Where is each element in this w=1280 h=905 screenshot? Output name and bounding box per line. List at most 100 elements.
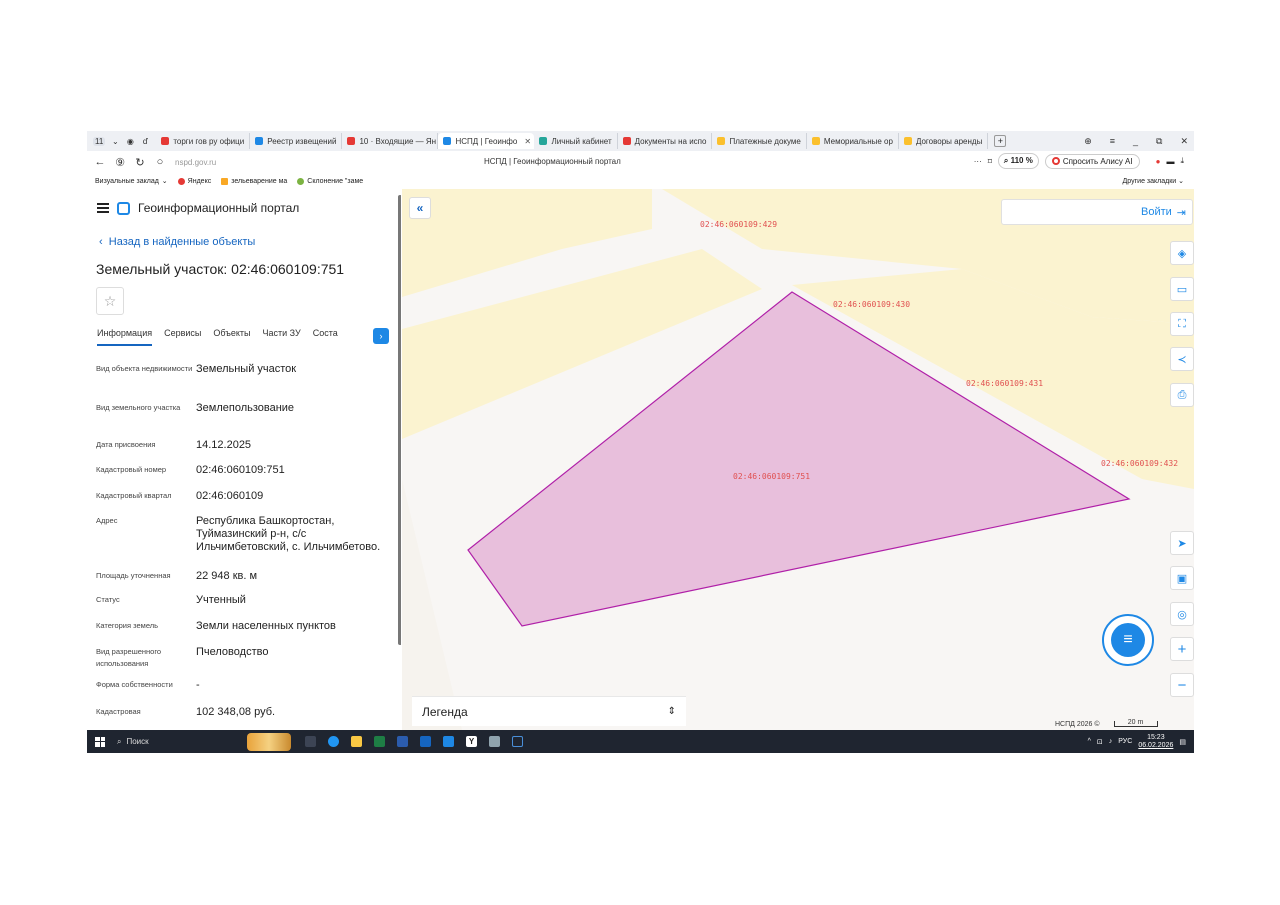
browser-tab[interactable]: Платежные докуме bbox=[712, 133, 807, 149]
app-icon[interactable] bbox=[443, 736, 454, 747]
legend-toggle[interactable]: Легенда ⇕ bbox=[412, 696, 686, 726]
layers-icon: ◈ bbox=[1177, 247, 1187, 260]
tab-label: НСПД | Геоинфо bbox=[455, 136, 518, 146]
windows-taskbar: ⌕ Поиск Y ^ ⊡ ♪ РУС 15:23 06.02.2026 ▤ bbox=[87, 730, 1194, 753]
zoom-level: 110 % bbox=[1010, 156, 1033, 165]
share-button[interactable]: ≺ bbox=[1170, 347, 1194, 371]
map-view[interactable]: 02:46:060109:429 02:46:060109:430 02:46:… bbox=[402, 189, 1194, 730]
app-icon[interactable] bbox=[512, 736, 523, 747]
tab-label: Личный кабинет bbox=[551, 136, 612, 146]
tab-parts[interactable]: Части ЗУ bbox=[263, 328, 301, 346]
browser-tab[interactable]: Документы на испо bbox=[618, 133, 713, 149]
tab-count-badge[interactable]: 11 bbox=[93, 136, 106, 146]
tab-objects[interactable]: Объекты bbox=[213, 328, 250, 346]
property-row: Дата присвоения 14.12.2025 bbox=[96, 439, 386, 452]
volume-icon[interactable]: ♪ bbox=[1109, 738, 1113, 745]
notifications-icon[interactable]: ▤ bbox=[1179, 738, 1186, 746]
outlook-icon[interactable] bbox=[420, 736, 431, 747]
browser-tab[interactable]: Мемориальные ор bbox=[807, 133, 899, 149]
browser-tab[interactable]: Договоры аренды bbox=[899, 133, 989, 149]
basemap-button[interactable]: ▣ bbox=[1170, 566, 1194, 590]
property-value: - bbox=[196, 679, 200, 691]
alice-label: Спросить Алису AI bbox=[1062, 156, 1133, 166]
bookmark-item[interactable]: зельеварение ма bbox=[221, 177, 287, 185]
browser-tab[interactable]: Реестр извещений bbox=[250, 133, 343, 149]
tab-information[interactable]: Информация bbox=[97, 328, 153, 346]
clock[interactable]: 15:23 06.02.2026 bbox=[1138, 734, 1173, 750]
bookmark-item[interactable]: Визуальные заклад ⌄ bbox=[95, 177, 168, 186]
property-value: Республика Башкортостан, Туймазинский р-… bbox=[196, 515, 381, 553]
reload-icon[interactable]: ↻ bbox=[133, 156, 147, 169]
geolocation-button[interactable]: ◎ bbox=[1170, 602, 1194, 626]
tab-menu-icon[interactable]: ⊕ bbox=[1084, 136, 1092, 147]
menu-icon[interactable]: ≡ bbox=[1110, 136, 1115, 146]
minimize-button[interactable]: _ bbox=[1133, 136, 1138, 146]
security-shield-icon[interactable]: ○ bbox=[153, 156, 167, 168]
tab-label: Документы на испо bbox=[634, 136, 707, 146]
property-value: Землепользование bbox=[196, 402, 295, 414]
print-button[interactable]: ⎙ bbox=[1170, 383, 1194, 407]
panel-tabs: Информация Сервисы Объекты Части ЗУ Сост… bbox=[97, 328, 350, 346]
url-field[interactable]: nspd.gov.ru bbox=[175, 158, 435, 167]
hamburger-menu-icon[interactable] bbox=[97, 203, 109, 213]
tab-label: Платежные докуме bbox=[729, 136, 801, 146]
basemap-icon: ▣ bbox=[1176, 572, 1188, 585]
collapse-panel-button[interactable]: « bbox=[409, 197, 431, 219]
map-copyright: НСПД 2026 © bbox=[1055, 721, 1100, 728]
task-view-icon[interactable] bbox=[305, 736, 316, 747]
browser-tab[interactable]: НСПД | Геоинфо ✕ bbox=[438, 133, 535, 149]
bookmark-icon[interactable]: ⌑ bbox=[988, 157, 992, 166]
browser-tab[interactable]: 10 · Входящие — Ян bbox=[342, 133, 439, 149]
measure-button[interactable]: ▭ bbox=[1170, 277, 1194, 301]
wallet-icon[interactable]: ▬ bbox=[1166, 157, 1174, 166]
restore-button[interactable]: ⧉ bbox=[1156, 136, 1162, 147]
login-button[interactable]: Войти ⇥ bbox=[1001, 199, 1193, 225]
taskbar-search[interactable]: ⌕ Поиск bbox=[117, 737, 217, 747]
language-indicator[interactable]: РУС bbox=[1118, 738, 1132, 745]
tab-label: Реестр извещений bbox=[267, 136, 337, 146]
select-area-button[interactable]: ⛶ bbox=[1170, 312, 1194, 336]
chat-icon: ≡ bbox=[1111, 623, 1145, 657]
word-icon[interactable] bbox=[397, 736, 408, 747]
close-window-button[interactable]: ✕ bbox=[1180, 136, 1188, 147]
more-icon[interactable]: ··· bbox=[974, 157, 982, 166]
tab-label: торги гов ру офици bbox=[173, 136, 245, 146]
tray-chevron-icon[interactable]: ^ bbox=[1088, 738, 1091, 745]
alice-button[interactable]: Спросить Алису AI bbox=[1044, 153, 1140, 169]
bookmark-app-icon[interactable]: ď bbox=[140, 137, 150, 146]
property-key: Кадастровый номер bbox=[96, 465, 167, 474]
network-icon[interactable]: ⊡ bbox=[1097, 738, 1103, 746]
extensions-icon[interactable]: ◉ bbox=[125, 137, 135, 146]
browser-tab[interactable]: торги гов ру офици bbox=[156, 133, 251, 149]
yandex-browser-icon[interactable]: Y bbox=[466, 736, 477, 747]
tab-services[interactable]: Сервисы bbox=[164, 328, 201, 346]
tab-favicon-icon bbox=[255, 137, 264, 145]
zoom-button[interactable]: ⌕ 110 % bbox=[997, 153, 1039, 169]
tabs-scroll-right-button[interactable]: › bbox=[373, 328, 389, 344]
favorite-star-button[interactable]: ☆ bbox=[96, 287, 124, 315]
file-explorer-icon[interactable] bbox=[351, 736, 362, 747]
download-icon[interactable]: ⤓ bbox=[1180, 156, 1184, 166]
chat-button[interactable]: ≡ bbox=[1102, 614, 1154, 666]
zoom-out-button[interactable]: − bbox=[1170, 673, 1194, 697]
panel-scrollbar[interactable] bbox=[398, 195, 401, 645]
app-icon[interactable] bbox=[489, 736, 500, 747]
zoom-in-button[interactable]: + bbox=[1170, 637, 1194, 661]
yandex-home-icon[interactable]: ⑨ bbox=[113, 156, 127, 169]
chevron-down-icon[interactable]: ⌄ bbox=[110, 137, 120, 146]
browser-tab[interactable]: Личный кабинет bbox=[534, 133, 618, 149]
back-arrow-icon[interactable]: ← bbox=[93, 156, 107, 168]
tab-composition[interactable]: Соста bbox=[313, 328, 338, 346]
windows-start-icon[interactable] bbox=[95, 736, 105, 747]
excel-icon[interactable] bbox=[374, 736, 385, 747]
bookmark-item[interactable]: Яндекс bbox=[177, 177, 211, 185]
bookmark-item[interactable]: Склонение "заме bbox=[297, 177, 363, 185]
back-to-results-link[interactable]: ‹ Назад в найденные объекты bbox=[99, 236, 255, 248]
layers-button[interactable]: ◈ bbox=[1170, 241, 1194, 265]
close-tab-icon[interactable]: ✕ bbox=[524, 137, 531, 146]
other-bookmarks[interactable]: Другие закладки ⌄ bbox=[1123, 177, 1184, 185]
new-tab-button[interactable]: + bbox=[994, 135, 1007, 147]
edge-icon[interactable] bbox=[328, 736, 339, 747]
profile-icon[interactable]: ● bbox=[1156, 157, 1161, 166]
locate-button[interactable]: ➤ bbox=[1170, 531, 1194, 555]
